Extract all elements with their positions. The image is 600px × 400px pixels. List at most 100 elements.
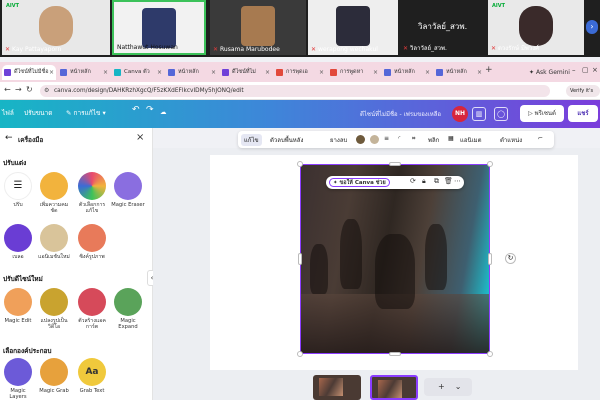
color-swatch[interactable] [356,135,365,144]
tool-magic-grab[interactable]: Magic Grab [37,358,71,394]
bg-remover-button[interactable]: ตัวลบพื้นหลัง [270,135,303,145]
paint-roller-icon[interactable]: ⌐ [538,135,543,142]
rotate-icon[interactable]: ↻ [505,253,516,264]
redo-button[interactable]: ↷ [146,105,154,115]
participant-tile[interactable]: วิลาวัลย์_สวพ. ✕ วิลาวัลย์_สวพ. [400,0,486,55]
tab-favicon-icon [330,69,337,76]
chevron-right-icon[interactable]: › [586,20,598,34]
ask-canva-button[interactable]: ✦ ขอให้ Canva ช่วย [329,178,390,187]
resize-handle[interactable] [389,162,401,166]
crop-icon[interactable]: ⌗ [412,135,415,143]
close-icon[interactable]: × [319,65,324,80]
selected-photo[interactable] [300,164,490,354]
position-button[interactable]: ตำแหน่ง [500,135,522,145]
close-icon[interactable]: × [265,65,270,80]
tool-photo-to-video[interactable]: แปลงรูปเป็นวิดีโอ [37,288,71,330]
more-icon[interactable]: ⋯ [454,177,461,185]
minimize-icon[interactable]: – [572,66,576,74]
close-icon[interactable]: × [425,65,430,80]
ask-gemini-button[interactable]: ✦ Ask Gemini [525,66,574,79]
edit-image-button[interactable]: แก้ไข [241,134,262,146]
participant-tile[interactable]: ✕ Rusama Marubodee [210,0,306,55]
flip-button[interactable]: พลิก [428,135,439,145]
resize-button[interactable]: ปรับขนาด [24,108,53,118]
tool-edit-options[interactable]: ตัวเลือกการแก้ไข [75,172,109,214]
close-icon[interactable]: × [136,132,144,143]
participant-tile-active[interactable]: Natthawut Hosuwan [112,0,206,55]
browser-tab[interactable]: การพุดเอ × [274,65,326,80]
resize-handle[interactable] [298,253,302,265]
tool-magic-edit[interactable]: Magic Edit [1,288,35,324]
browser-tab[interactable]: ดีไซน์ที่ไม่มีชื่อ × [2,65,56,80]
close-icon[interactable]: × [211,65,216,80]
participant-tile[interactable]: AIVT ✕ Kay Pattayaporn [2,0,110,55]
line-style-icon[interactable]: ≡ [384,135,389,142]
close-icon[interactable]: × [103,65,108,80]
browser-tab[interactable]: หน้าหลัก × [382,65,432,80]
design-title[interactable]: ดีไซน์ที่ไม่มีชื่อ - เฟรมของเหลือ [360,109,441,119]
page-thumbnail-selected[interactable] [370,375,418,400]
reload-icon[interactable]: ↻ [26,85,33,94]
resize-handle[interactable] [487,161,493,167]
close-icon[interactable]: × [373,65,378,80]
participant-tile[interactable]: ✕ werapong wechakul [308,0,398,55]
tool-animation[interactable]: แอนิเมชันใหม่ [37,224,71,260]
file-menu[interactable]: ไฟล์ [2,108,14,118]
present-button[interactable]: ▷ พรีเซนต์ [520,105,564,122]
close-icon[interactable]: × [49,65,54,80]
close-icon[interactable]: × [477,65,482,80]
back-icon[interactable]: ← [4,85,11,94]
tool-grab-text[interactable]: Aa Grab Text [75,358,109,394]
browser-tab[interactable]: Canva ตัว × [112,65,164,80]
tool-card-maker[interactable]: ตัวสร้างแอคการ์ต [75,288,109,330]
avatar[interactable]: NH [452,106,468,122]
tool-adjust[interactable]: ☰ ปรับ [1,172,35,208]
comment-icon[interactable]: ◯ [494,107,508,121]
undo-button[interactable]: ↶ [132,105,140,115]
resize-handle[interactable] [389,352,401,356]
url-input[interactable]: ⚙ canva.com/design/DAHKRzhXgcQ/F5zKXdEFlk… [40,85,550,97]
tool-blur[interactable]: เบลอ [1,224,35,260]
eraser-button[interactable]: ยางลบ [330,135,347,145]
app-root: AIVT ✕ Kay Pattayaporn Natthawut Hosuwan … [0,0,600,400]
color-swatch[interactable] [370,135,379,144]
corner-icon[interactable]: ◜ [398,135,400,142]
lock-icon[interactable]: 🔒︎ [422,177,426,186]
profile-button[interactable]: Verify it's you [566,85,600,106]
tool-magic-expand[interactable]: Magic Expand [111,288,145,330]
close-window-icon[interactable]: × [592,66,598,74]
page-thumbnail[interactable] [313,375,361,400]
panel-header: ← เครื่องมือ × [0,128,153,150]
chart-icon[interactable]: ▥ [472,107,486,121]
forward-icon[interactable]: → [15,85,22,94]
tool-photo-sync[interactable]: ซิงค์รูปภาพ [75,224,109,260]
tool-sharpen[interactable]: เพิ่มความคมชัด [37,172,71,214]
transparency-icon[interactable]: ▦ [448,135,454,142]
browser-tab[interactable]: หน้าหลัก × [58,65,110,80]
close-icon[interactable]: × [157,65,162,80]
maximize-icon[interactable]: ▢ [582,66,589,74]
browser-tab[interactable]: ดีไซน์ที่ไม่ × [220,65,272,80]
add-page-button[interactable]: + ⌄ [424,378,472,396]
browser-tab[interactable]: หน้าหลัก × [166,65,218,80]
browser-tab[interactable]: การพูดหา × [328,65,380,80]
site-info-icon[interactable]: ⚙ [44,85,49,97]
participant-tile[interactable]: AIVT ✕ ดวงรักษ์ มีพวงศ์ [488,0,584,55]
tab-favicon-icon [276,69,283,76]
refresh-icon[interactable]: ⟳ [410,177,416,185]
duplicate-icon[interactable]: ⧉ [434,177,439,186]
resize-handle[interactable] [487,351,493,357]
tool-magic-layers[interactable]: Magic Layers [1,358,35,400]
trash-icon[interactable]: 🗑︎ [444,177,453,185]
resize-handle[interactable] [297,161,303,167]
resize-handle[interactable] [488,253,492,265]
edit-mode-button[interactable]: ✎ การแก้ไข ▾ [66,108,106,118]
back-arrow-icon[interactable]: ← [5,133,13,143]
share-button[interactable]: แชร์ [568,105,598,122]
new-tab-button[interactable]: + [485,65,493,75]
resize-handle[interactable] [297,351,303,357]
animate-button[interactable]: แอนิเมต [460,135,481,145]
tab-favicon-icon [222,69,229,76]
browser-tab[interactable]: หน้าหลัก × [434,65,484,80]
tool-magic-eraser[interactable]: Magic Eraser [111,172,145,208]
